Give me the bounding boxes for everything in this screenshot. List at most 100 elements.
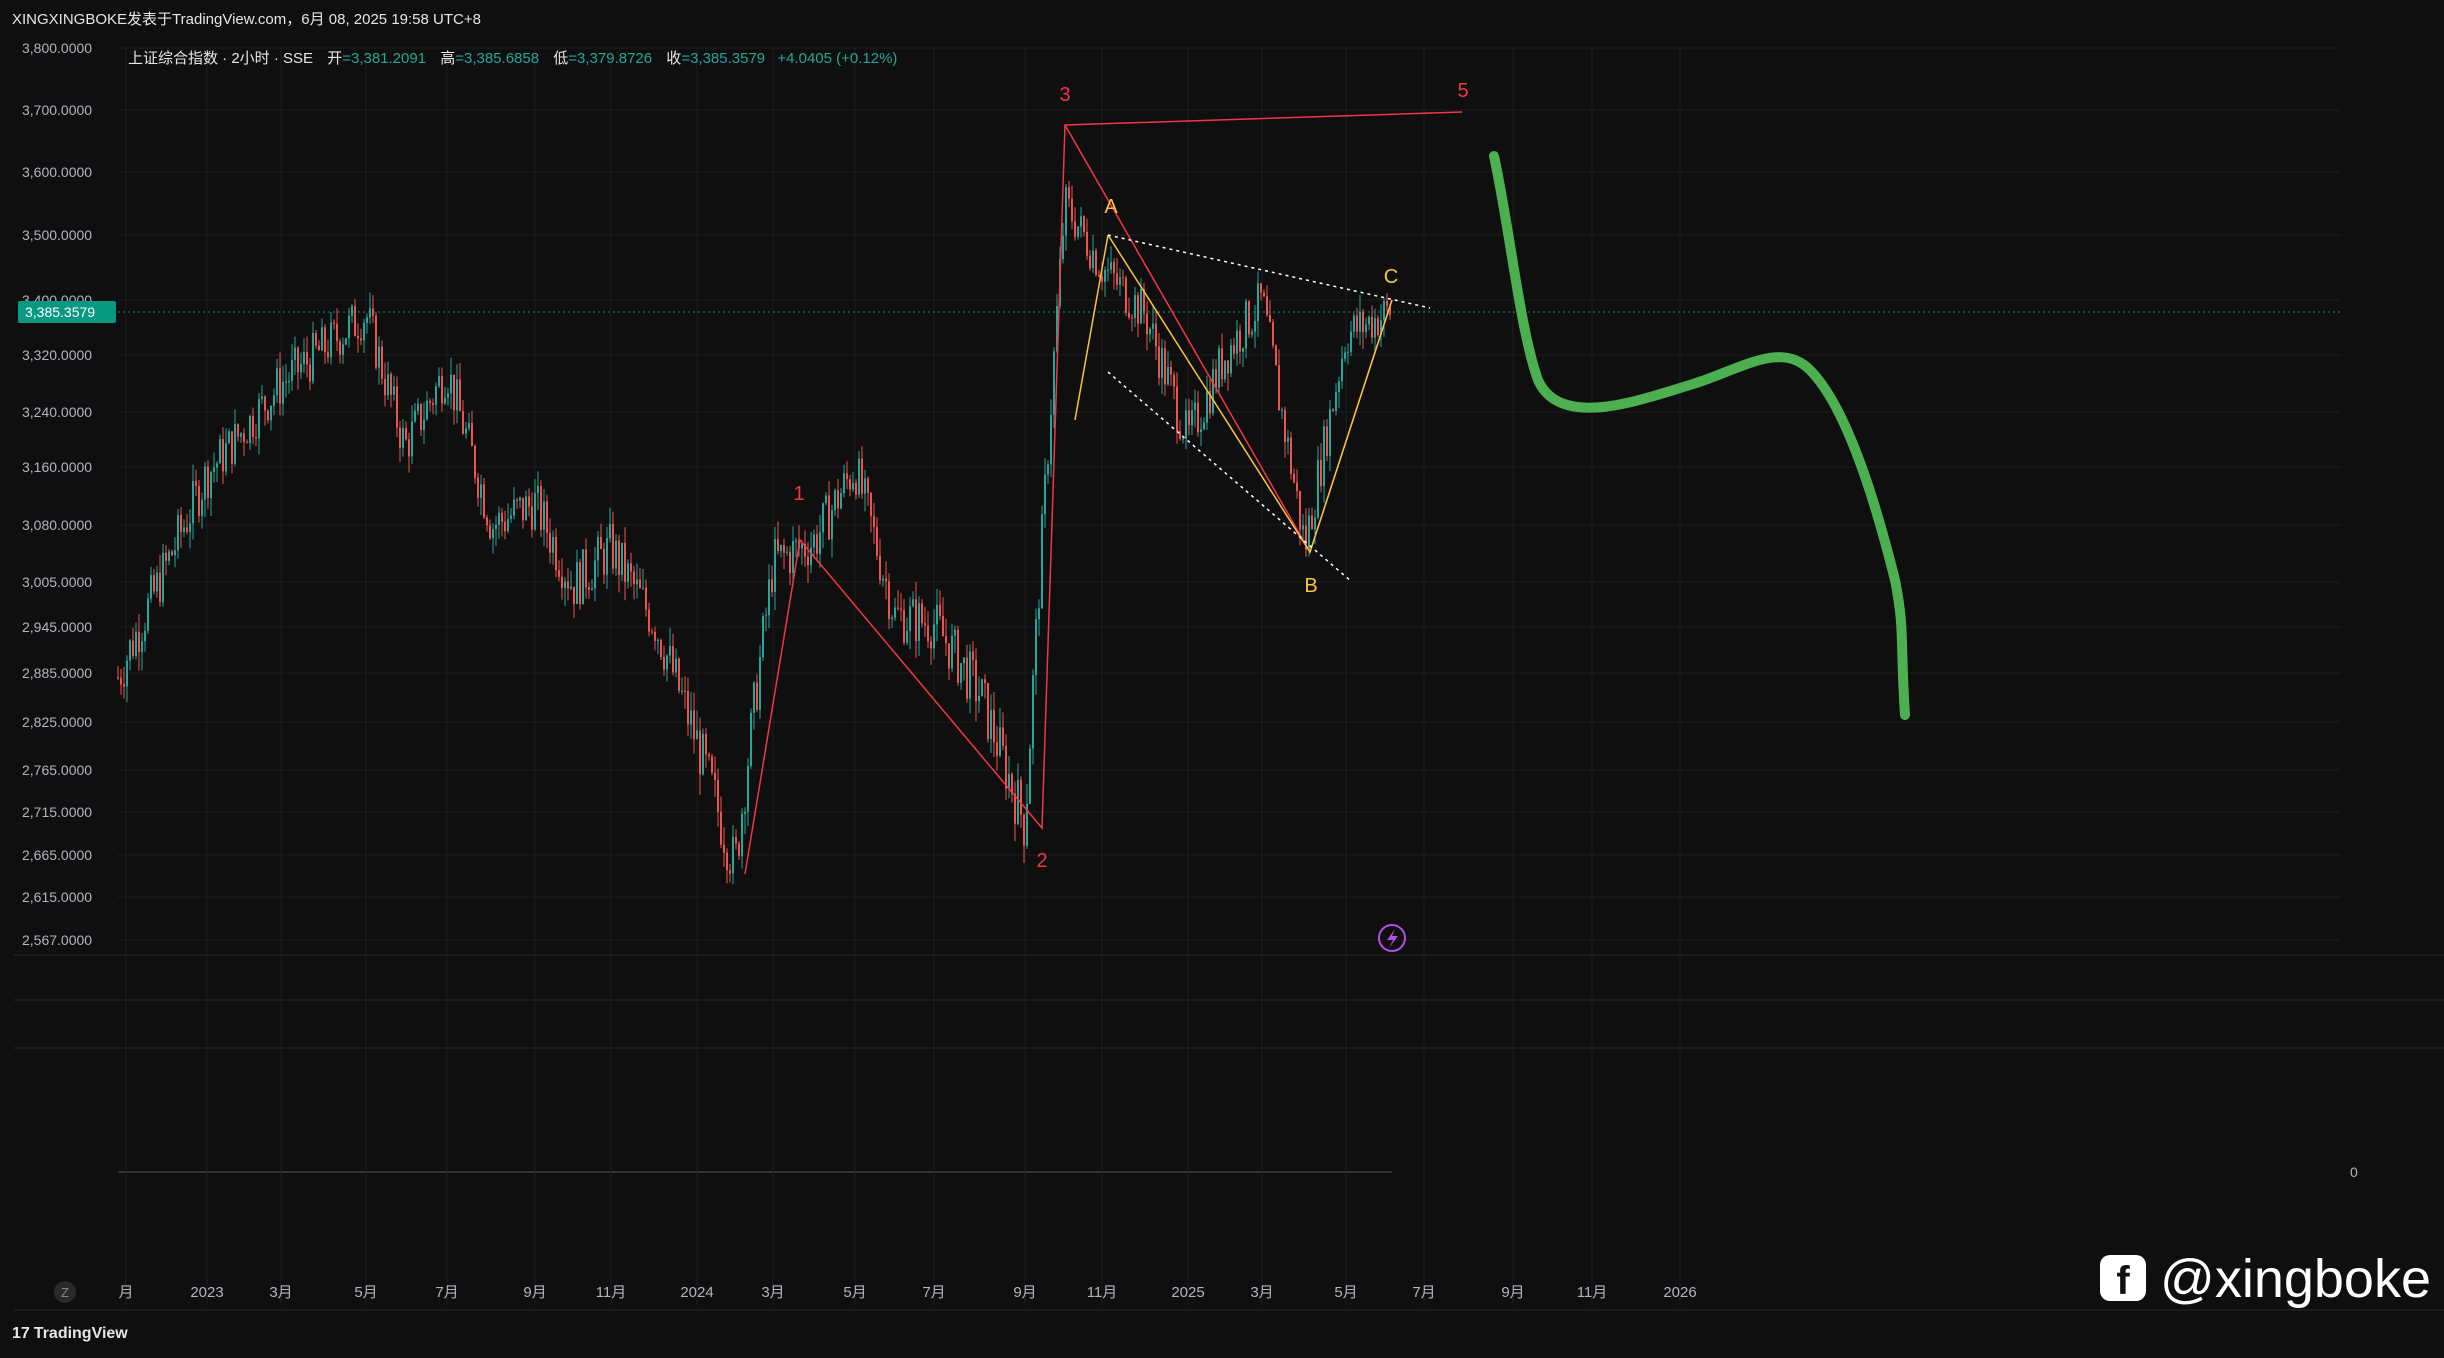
time-tick-label: 3月 [1250,1284,1273,1301]
candle-body [222,439,224,472]
candle-body [771,579,773,592]
time-tick-label: 3月 [269,1284,292,1301]
candle-body [810,547,812,566]
candle-body [1203,422,1205,430]
candle-body [591,588,593,590]
candle-body [705,733,707,755]
candle-body [189,523,191,532]
candle-body [1035,619,1037,676]
candle-body [1353,315,1355,332]
time-axis[interactable]: 月 2023 3月 5月 7月 9月 11月 2024 3月 5月 7月 9月 11月 2025 3月 5月 7… [118,1284,1696,1301]
candle-body [1107,269,1109,271]
candle-body [945,636,947,644]
candle-body [660,639,662,657]
candle-body [540,485,542,530]
candle-body [642,587,644,589]
candle-body [1116,273,1118,285]
price-tick-label: 3,500.0000 [22,227,92,243]
candle-body [156,572,158,592]
candle-body [651,631,653,633]
candle-body [360,338,362,341]
candle-body [1212,369,1214,414]
candle-body [1083,216,1085,232]
candle-body [123,684,125,687]
candle-body [693,710,695,740]
candle-body [1071,198,1073,222]
candle-body [897,607,899,609]
candle-body [774,539,776,592]
candle-body [174,550,176,556]
price-chart[interactable]: 0 3,800.0000 3,700.0000 3,600.0000 3,500.00… [0,0,2444,1358]
wave-1-label: 1 [793,483,804,505]
candle-body [873,516,875,527]
candle-body [444,397,446,404]
candle-body [924,623,926,626]
candle-body [915,599,917,641]
candle-body [453,374,455,411]
candle-body [1329,409,1331,456]
candle-body [912,599,914,607]
candle-body [1044,474,1046,515]
candle-body [318,345,320,351]
time-tick-label: 2025 [1171,1284,1204,1301]
candle-body [1200,429,1202,433]
candle-body [933,624,935,649]
candle-body [690,710,692,725]
candle-body [723,844,725,853]
candle-body [1359,311,1361,332]
candle-body [966,657,968,699]
last-price-value: 3,385.3579 [25,304,95,320]
candle-body [657,639,659,642]
candle-body [669,645,671,656]
low-value: =3,379.8726 [568,50,653,67]
candle-body [618,540,620,575]
candle-body [564,581,566,588]
candle-body [639,579,641,588]
open-value: =3,381.2091 [342,50,427,67]
wave-b-label: B [1304,575,1317,597]
candle-body [132,640,134,657]
candle-body [1311,515,1313,530]
open-label: 开 [327,50,343,67]
low-label: 低 [553,50,569,67]
candle-body [1101,276,1103,282]
candle-body [585,549,587,588]
candle-body [1002,727,1004,746]
candle-body [654,631,656,642]
candle-body [387,374,389,396]
candle-body [1308,515,1310,550]
tradingview-logo[interactable]: 17 TradingView [12,1325,128,1343]
candle-body [1257,283,1259,322]
candle-body [792,541,794,573]
candle-body [975,659,977,702]
candle-body [753,682,755,713]
symbol-legend[interactable]: 上证综合指数 · 2小时 · SSE 开=3,381.2091 高=3,385.… [128,47,897,68]
candle-body [516,499,518,501]
candle-body [1383,300,1385,320]
candle-body [1128,312,1130,318]
candle-body [186,527,188,532]
candle-body [1272,322,1274,346]
time-tick-label: 9月 [523,1284,546,1301]
candle-body [423,419,425,430]
candle-body [267,410,269,421]
candle-body [546,501,548,534]
candle-body [687,690,689,725]
candle-body [471,423,473,447]
candle-body [777,539,779,551]
candle-body [285,381,287,383]
candle-body [225,443,227,472]
candle-body [1137,294,1139,324]
candle-body [489,525,491,539]
price-tick-label: 3,160.0000 [22,459,92,475]
candle-body [984,679,986,683]
candle-body [552,536,554,553]
candle-body [1149,328,1151,335]
candle-body [1164,348,1166,385]
candle-body [1185,410,1187,439]
candle-body [168,551,170,561]
candle-body [159,572,161,603]
candle-body [204,466,206,500]
candle-body [1263,292,1265,297]
candle-body [840,492,842,509]
